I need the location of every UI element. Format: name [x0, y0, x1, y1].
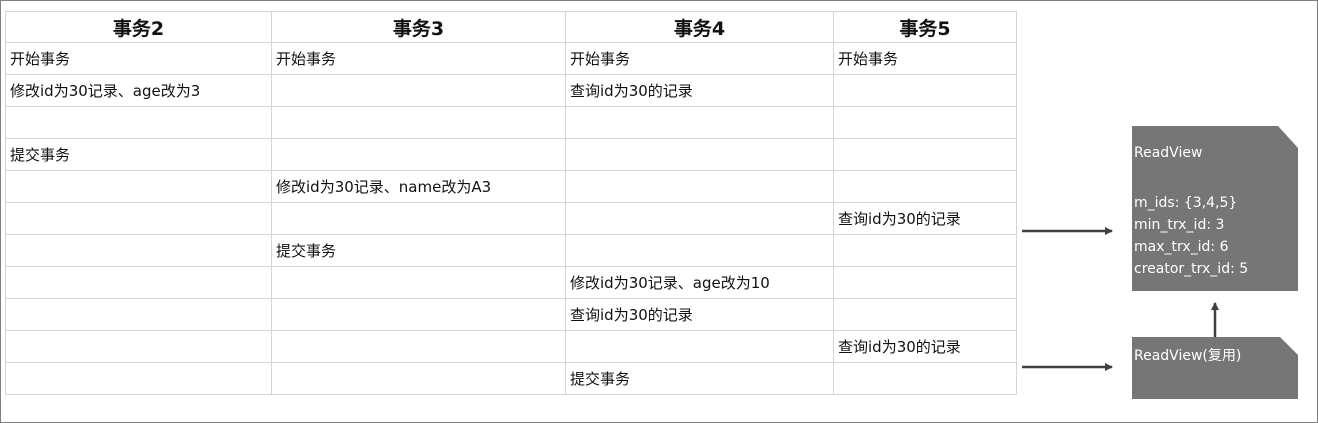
arrow-layer: [1022, 227, 1219, 371]
